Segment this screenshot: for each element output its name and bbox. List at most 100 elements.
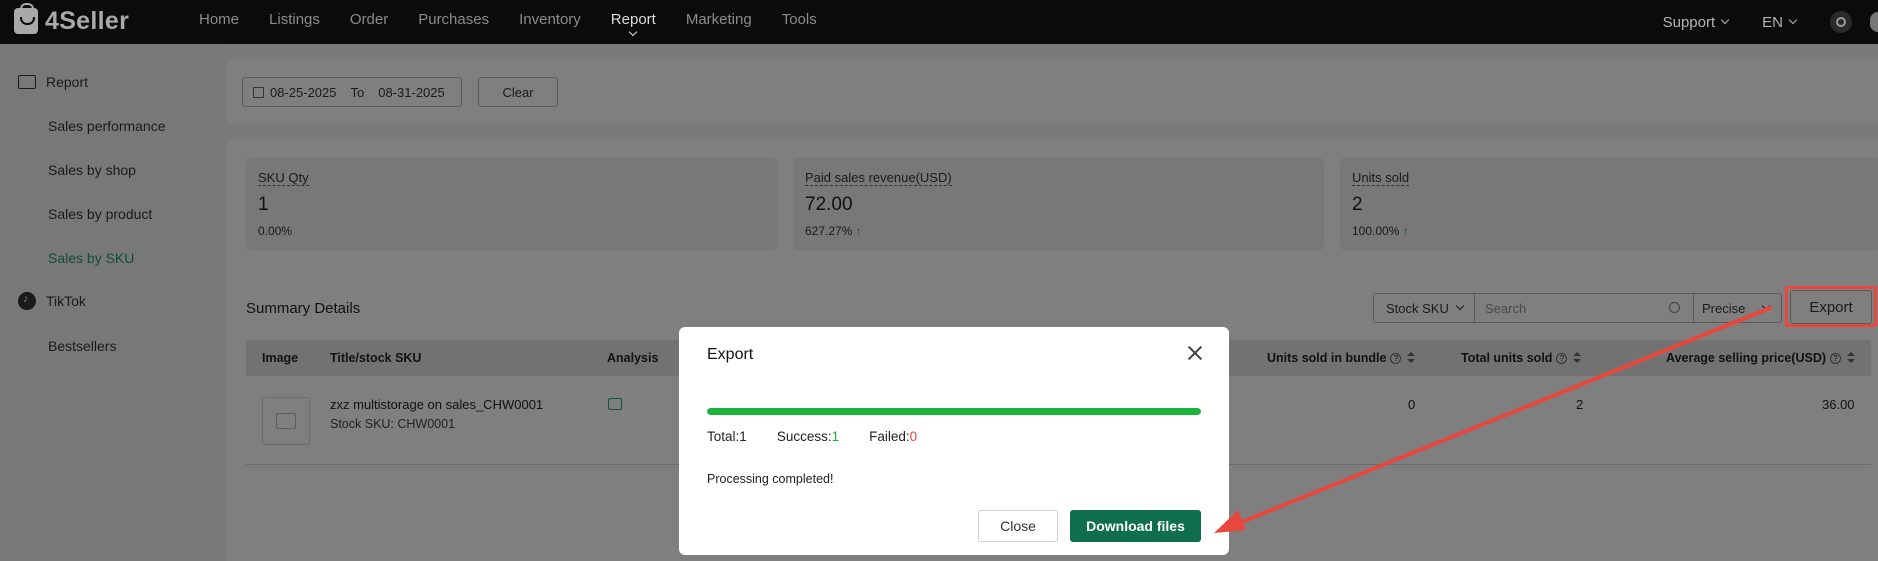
analysis-chart-icon[interactable] [608,398,622,410]
sku-type-select[interactable]: Stock SKU [1373,293,1475,323]
average-selling-price-value: 36.00 [1822,397,1855,412]
sort-icon[interactable] [1407,352,1416,364]
sidebar-item-sales-by-product[interactable]: Sales by product [48,206,152,222]
sidebar-group-report[interactable]: Report [18,74,88,90]
nav-purchases[interactable]: Purchases [418,0,489,44]
stat-failed-label: Failed [869,429,906,444]
column-header-label: Total units sold [1461,351,1553,365]
stat-value: 1 [258,194,269,215]
sidebar-group-label: Report [46,74,89,90]
tiktok-icon [18,292,36,310]
column-header-total-units-sold[interactable]: Total units sold? [1461,351,1582,365]
column-header-label: Average selling price(USD) [1666,351,1827,365]
export-highlight-box [1785,286,1877,327]
nav-listings[interactable]: Listings [269,0,320,44]
export-progress-bar [707,408,1201,415]
help-icon[interactable]: ? [1830,352,1842,364]
product-title[interactable]: zxz multistorage on sales_CHW0001 [330,397,543,412]
stat-success: Success:1 [776,429,840,444]
chevron-down-icon [1455,301,1465,311]
stat-change: 100.00% [1352,224,1400,238]
filter-bar [226,59,1878,123]
total-units-sold-value: 2 [1576,397,1584,412]
nav-marketing[interactable]: Marketing [686,0,752,44]
match-mode-select[interactable]: Precise [1693,293,1782,323]
top-right-controls: Support EN [1663,0,1878,44]
chart-icon [18,75,36,89]
nav-home[interactable]: Home [199,0,239,44]
column-header-label: Units sold in bundle [1267,351,1387,365]
sidebar-item-sales-by-sku[interactable]: Sales by SKU [48,250,134,266]
stat-failed: Failed:0 [869,429,918,444]
main-nav: Home Listings Order Purchases Inventory … [199,0,847,44]
stat-label: Units sold [1352,170,1410,186]
stat-card-units-sold: Units sold 2 100.00% ↑ [1340,158,1878,250]
search-icon[interactable] [1669,302,1680,313]
sidebar-item-sales-performance[interactable]: Sales performance [48,118,166,134]
arrow-up-icon: ↑ [855,224,862,238]
stat-card-paid-sales-revenue: Paid sales revenue(USD) 72.00 627.27% ↑ [793,158,1324,250]
nav-order[interactable]: Order [350,0,388,44]
sidebar-group-tiktok[interactable]: TikTok [18,292,86,310]
nav-inventory[interactable]: Inventory [519,0,581,44]
export-dialog: Export Total:1 Success:1 Failed:0 Proces… [679,327,1229,555]
stat-change: 0.00% [258,224,293,238]
stat-failed-value: 0 [909,429,918,444]
close-button[interactable]: Close [978,510,1058,542]
stat-value: 72.00 [805,194,853,215]
status-message: Processing completed! [707,472,834,486]
progress-fill [707,408,1201,415]
avatar[interactable] [1870,12,1878,32]
calendar-icon [253,86,264,98]
search-input[interactable] [1474,293,1694,323]
sort-icon[interactable] [1847,352,1856,364]
sidebar-group-label: TikTok [46,293,86,309]
stat-total-value: 1 [739,429,747,444]
download-files-button[interactable]: Download files [1070,510,1201,542]
stat-total-label: Total [707,429,736,444]
help-icon[interactable]: ? [1556,352,1568,364]
brand-logo[interactable]: 4Seller [14,3,129,35]
support-label: Support [1662,13,1716,31]
nav-report-label: Report [610,11,656,28]
stat-change-wrap: 627.27% ↑ [805,224,862,238]
stat-change-wrap: 100.00% ↑ [1352,224,1409,238]
stat-total: Total:1 [707,429,747,444]
column-header-average-selling-price[interactable]: Average selling price(USD)? [1666,351,1856,365]
date-range-picker[interactable]: 08-25-2025 To 08-31-2025 [242,77,462,107]
date-to: 08-31-2025 [378,84,445,100]
stat-success-value: 1 [831,429,840,444]
chevron-down-icon [1720,15,1730,25]
chevron-down-icon [1788,15,1798,25]
product-image-placeholder [262,397,310,445]
stat-card-sku-qty: SKU Qty 1 0.00% [246,158,777,250]
nav-report[interactable]: Report [611,0,656,44]
stat-label: Paid sales revenue(USD) [805,170,952,186]
shopping-bag-icon [14,3,38,34]
sidebar-item-bestsellers[interactable]: Bestsellers [48,338,116,354]
stat-success-label: Success [776,429,828,444]
match-mode-value: Precise [1702,300,1746,316]
column-header-units-sold-in-bundle[interactable]: Units sold in bundle? [1267,351,1416,365]
stat-change: 627.27% [805,224,853,238]
units-sold-in-bundle-value: 0 [1408,397,1416,412]
date-from: 08-25-2025 [270,84,337,100]
dialog-title: Export [707,346,754,363]
help-icon[interactable]: ? [1390,352,1402,364]
sku-type-value: Stock SKU [1386,300,1449,316]
settings-button[interactable] [1830,11,1852,33]
support-dropdown[interactable]: Support [1662,13,1730,31]
column-header-image: Image [262,351,299,365]
date-to-separator: To [350,84,365,100]
language-dropdown[interactable]: EN [1762,13,1798,31]
sort-icon[interactable] [1573,352,1582,364]
chevron-down-icon [629,27,638,37]
stat-label: SKU Qty [258,170,309,186]
column-header-title: Title/stock SKU [330,351,422,365]
clear-button[interactable]: Clear [478,77,558,107]
stat-value: 2 [1352,194,1363,215]
close-icon[interactable] [1185,343,1205,363]
nav-tools[interactable]: Tools [782,0,817,44]
sidebar-item-sales-by-shop[interactable]: Sales by shop [48,162,136,178]
language-label: EN [1762,13,1783,31]
